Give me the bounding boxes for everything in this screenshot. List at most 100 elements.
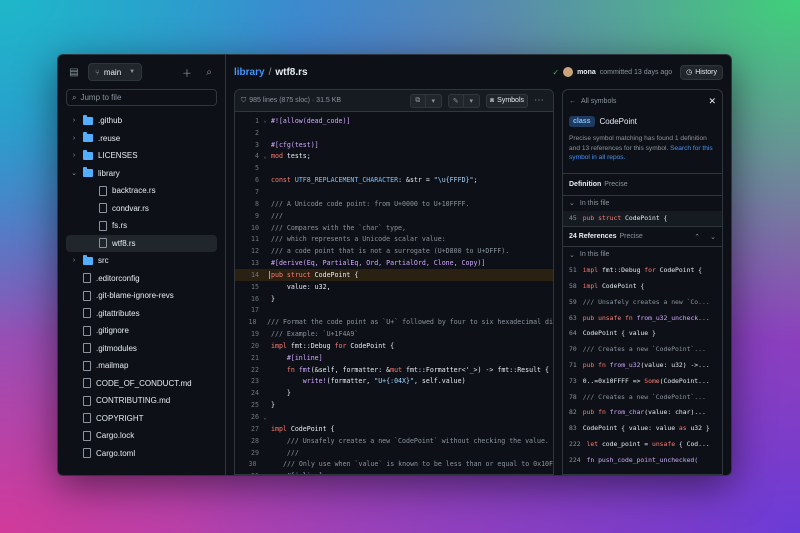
code-line[interactable]: 16}	[235, 293, 553, 305]
reference-item[interactable]: 82 pub fn from_char(value: char)...	[563, 404, 722, 420]
line-number[interactable]: 21	[235, 354, 259, 362]
code-line[interactable]: 13 #[derive(Eq, PartialEq, Ord, PartialOr…	[235, 257, 553, 269]
code-line[interactable]: 4 ⌄ mod tests;	[235, 151, 553, 163]
line-number[interactable]: 1	[235, 117, 259, 125]
line-number[interactable]: 28	[235, 437, 259, 445]
line-number[interactable]: 20	[235, 342, 259, 350]
collapse-sidebar-icon[interactable]: ▤	[66, 64, 82, 80]
line-number[interactable]: 18	[235, 318, 257, 326]
reference-item[interactable]: 73 0..=0x10FFFF => Some(CodePoint...	[563, 373, 722, 389]
line-number[interactable]: 3	[235, 141, 259, 149]
line-number[interactable]: 4	[235, 152, 259, 160]
file-item[interactable]: .editorconfig	[58, 270, 225, 288]
code-line[interactable]: 19 /// Example: `U+1F4A9`	[235, 328, 553, 340]
line-number[interactable]: 11	[235, 235, 259, 243]
file-item[interactable]: fs.rs	[58, 217, 225, 235]
line-number[interactable]: 8	[235, 200, 259, 208]
reference-item[interactable]: 59 /// Unsafely creates a new `Co...	[563, 294, 722, 310]
definition-file-group[interactable]: ⌄ In this file	[563, 194, 722, 211]
add-file-icon[interactable]: ＋	[179, 64, 195, 80]
line-number[interactable]: 17	[235, 306, 259, 314]
history-button[interactable]: ◷ History	[680, 64, 723, 80]
file-item[interactable]: .gitmodules	[58, 340, 225, 358]
file-item[interactable]: COPYRIGHT	[58, 410, 225, 428]
reference-item[interactable]: 63 pub unsafe fn from_u32_uncheck...	[563, 310, 722, 326]
code-line[interactable]: 5	[235, 162, 553, 174]
jump-to-file-input[interactable]: ⌕ Jump to file	[66, 89, 217, 106]
code-line[interactable]: 8 /// A Unicode code point: from U+0000 t…	[235, 198, 553, 210]
code-line[interactable]: 12 /// a code point that is not a surroga…	[235, 245, 553, 257]
definition-item[interactable]: 45 pub struct CodePoint {	[563, 210, 722, 227]
branch-selector[interactable]: ⑂ main ▼	[88, 63, 143, 81]
reference-item[interactable]: 78 /// Creates a new `CodePoint`...	[563, 389, 722, 405]
chevron-down-icon[interactable]: ▾	[463, 93, 480, 108]
breadcrumb-dir[interactable]: library	[234, 67, 265, 78]
chevron-up-icon[interactable]: ⌃	[694, 233, 700, 241]
reference-item[interactable]: 222 let code_point = unsafe { Cod...	[563, 436, 722, 452]
fold-chevron-icon[interactable]: ⌄	[259, 414, 271, 421]
line-number[interactable]: 5	[235, 164, 259, 172]
line-number[interactable]: 30	[235, 460, 256, 468]
line-number[interactable]: 6	[235, 176, 259, 184]
reference-item[interactable]: 70 /// Creates a new `CodePoint`...	[563, 341, 722, 357]
code-line[interactable]: 15 value: u32,	[235, 281, 553, 293]
fold-chevron-icon[interactable]: ⌄	[259, 117, 271, 124]
search-icon[interactable]: ⌕	[201, 64, 217, 80]
line-number[interactable]: 10	[235, 224, 259, 232]
chevron-down-icon[interactable]: ▾	[425, 93, 442, 108]
code-line[interactable]: 3 #[cfg(test)]	[235, 139, 553, 151]
file-item[interactable]: wtf8.rs	[66, 234, 217, 252]
code-line[interactable]: 20 impl fmt::Debug for CodePoint {	[235, 340, 553, 352]
code-line[interactable]: 27 impl CodePoint {	[235, 423, 553, 435]
reference-item[interactable]: 71 pub fn from_u32(value: u32) ->...	[563, 357, 722, 373]
all-symbols-link[interactable]: All symbols	[581, 98, 616, 105]
reference-item[interactable]: 224 fn push_code_point_unchecked(	[563, 452, 722, 468]
reference-item[interactable]: 58 impl CodePoint {	[563, 278, 722, 294]
folder-item[interactable]: › LICENSES	[58, 147, 225, 165]
code-line[interactable]: 30 /// Only use when `value` is known to…	[235, 458, 553, 470]
copy-icon[interactable]: ⧉	[409, 93, 426, 108]
line-number[interactable]: 7	[235, 188, 259, 196]
line-number[interactable]: 14	[235, 271, 259, 279]
code-line[interactable]: 23 write!(formatter, "U+{:04X}", self.va…	[235, 376, 553, 388]
folder-item[interactable]: ⌄ library	[58, 165, 225, 183]
reference-item[interactable]: 51 impl fmt::Debug for CodePoint {	[563, 262, 722, 278]
code-line[interactable]: 10 /// Compares with the `char` type,	[235, 222, 553, 234]
code-line[interactable]: 24 }	[235, 387, 553, 399]
code-line[interactable]: 1 ⌄ #![allow(dead_code)]	[235, 115, 553, 127]
chevron-down-icon[interactable]: ⌄	[710, 233, 716, 241]
arrow-left-icon[interactable]: ←	[569, 98, 576, 105]
commit-author[interactable]: mona	[577, 69, 596, 76]
code-line[interactable]: 25}	[235, 399, 553, 411]
file-item[interactable]: .mailmap	[58, 357, 225, 375]
line-number[interactable]: 25	[235, 401, 259, 409]
code-line[interactable]: 18 /// Format the code point as `U+` foll…	[235, 316, 554, 328]
line-number[interactable]: 26	[235, 413, 259, 421]
reference-item[interactable]: 83 CodePoint { value: value as u32 }	[563, 420, 722, 436]
line-number[interactable]: 9	[235, 212, 259, 220]
line-number[interactable]: 24	[235, 389, 259, 397]
code-line[interactable]: 21 #[inline]	[235, 352, 553, 364]
references-file-group[interactable]: ⌄ In this file	[563, 246, 722, 262]
line-number[interactable]: 16	[235, 295, 259, 303]
file-item[interactable]: Cargo.toml	[58, 445, 225, 463]
code-line[interactable]: 7	[235, 186, 553, 198]
line-number[interactable]: 19	[235, 330, 259, 338]
file-item[interactable]: Cargo.lock	[58, 427, 225, 445]
code-line[interactable]: 29 ///	[235, 447, 553, 459]
fold-chevron-icon[interactable]: ⌄	[259, 153, 271, 160]
file-item[interactable]: CODE_OF_CONDUCT.md	[58, 375, 225, 393]
file-item[interactable]: .git-blame-ignore-revs	[58, 287, 225, 305]
reference-item[interactable]: 64 CodePoint { value }	[563, 325, 722, 341]
file-item[interactable]: .gitignore	[58, 322, 225, 340]
code-line[interactable]: 22 fn fmt(&self, formatter: &mut fmt::Fo…	[235, 364, 553, 376]
line-number[interactable]: 13	[235, 259, 259, 267]
line-number[interactable]: 2	[235, 129, 259, 137]
close-icon[interactable]: ✕	[708, 96, 716, 107]
code-line[interactable]: 6 const UTF8_REPLACEMENT_CHARACTER: &str …	[235, 174, 553, 186]
line-number[interactable]: 15	[235, 283, 259, 291]
line-number[interactable]: 22	[235, 366, 259, 374]
code-line[interactable]: 14 pub struct CodePoint {	[235, 268, 553, 281]
pencil-icon[interactable]: ✎	[447, 93, 464, 108]
file-item[interactable]: .gitattributes	[58, 305, 225, 323]
